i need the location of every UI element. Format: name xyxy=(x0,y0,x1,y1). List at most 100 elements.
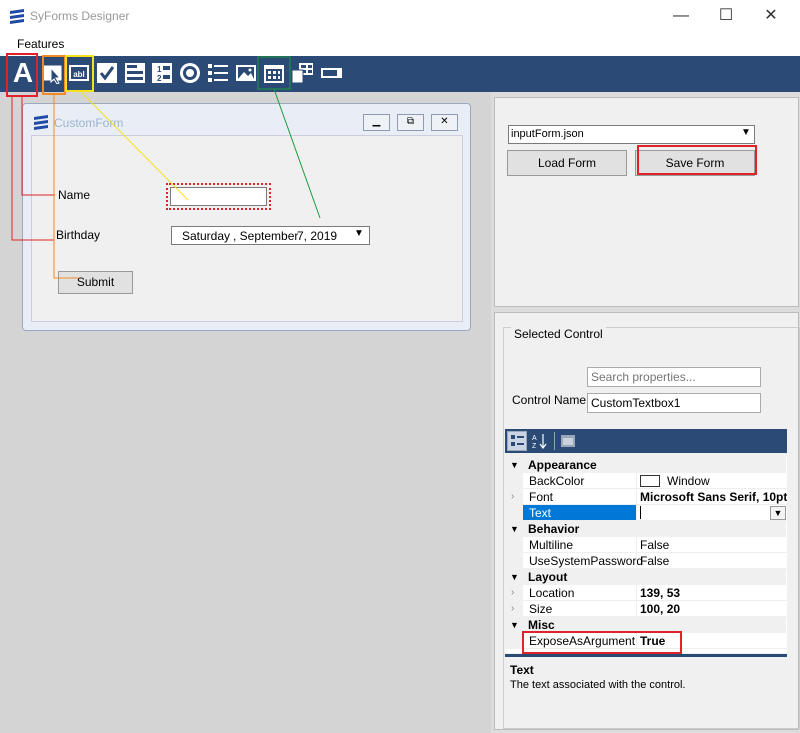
control-name-label: Control Name xyxy=(512,393,587,407)
submit-button[interactable]: Submit xyxy=(58,271,133,294)
property-row[interactable]: › Size 100, 20 xyxy=(505,601,787,617)
property-value-cell[interactable]: ▼ xyxy=(636,505,787,521)
expand-chevron-icon[interactable]: › xyxy=(511,585,514,601)
property-name-cell: Size xyxy=(523,601,636,617)
property-value-cell[interactable]: 139, 53 xyxy=(636,585,787,601)
toolbar-separator xyxy=(554,432,555,450)
svg-text:1: 1 xyxy=(157,65,162,74)
birthday-datepicker[interactable]: Saturday , September 7, 2019 ▼ xyxy=(171,226,370,245)
property-name-cell: BackColor xyxy=(523,473,636,489)
chevron-down-icon[interactable]: ▼ xyxy=(741,127,751,138)
menu-features[interactable]: Features xyxy=(17,37,64,51)
property-value-cell[interactable]: 100, 20 xyxy=(636,601,787,617)
label-tool-icon[interactable]: A xyxy=(11,58,35,88)
property-row[interactable]: Text ▼ xyxy=(505,505,787,521)
property-grid: ▼ Appearance BackColor Window › Font Microsoft… xyxy=(505,457,787,653)
property-pages-icon[interactable] xyxy=(560,433,576,449)
collapse-chevron-icon[interactable]: ▼ xyxy=(510,457,519,473)
svg-text:abl: abl xyxy=(73,70,85,79)
property-row[interactable]: BackColor Window xyxy=(505,473,787,489)
property-name-cell: UseSystemPassword xyxy=(523,553,643,569)
property-value: Microsoft Sans Serif, 10pt xyxy=(640,490,787,504)
form-logo-icon xyxy=(34,115,48,130)
name-textbox[interactable] xyxy=(170,187,267,206)
datagrid-tool-icon[interactable] xyxy=(291,62,313,84)
property-name-cell: Font xyxy=(523,489,636,505)
alphabetical-icon[interactable]: A Z xyxy=(531,432,549,450)
svg-text:A: A xyxy=(532,435,537,442)
button-tool-icon[interactable] xyxy=(42,62,64,84)
search-properties-input[interactable] xyxy=(587,367,761,387)
name-label[interactable]: Name xyxy=(58,188,90,202)
property-name: UseSystemPassword xyxy=(529,554,644,568)
load-form-button[interactable]: Load Form xyxy=(507,150,627,176)
property-category[interactable]: ▼ Appearance xyxy=(505,457,786,473)
property-name: Location xyxy=(529,586,575,600)
toolbox: A abl 1 2 xyxy=(0,56,800,92)
expand-chevron-icon[interactable]: › xyxy=(511,489,514,505)
design-form-window[interactable]: CustomForm ▁ ⧉ ✕ xyxy=(22,103,471,331)
properties-panel: Selected Control Control Name A Z ▼ Appea… xyxy=(494,312,800,730)
property-row[interactable]: › Location 139, 53 xyxy=(505,585,787,601)
row-gutter xyxy=(505,473,523,489)
text-caret xyxy=(640,506,641,519)
form-title: CustomForm xyxy=(54,116,124,130)
annotation-save-box xyxy=(637,145,757,175)
minimize-button[interactable]: — xyxy=(658,0,704,32)
property-name-cell: Text xyxy=(523,505,636,521)
radio-tool-icon[interactable] xyxy=(179,62,201,84)
property-name-cell: Location xyxy=(523,585,636,601)
image-tool-icon[interactable] xyxy=(235,62,257,84)
property-value: 139, 53 xyxy=(640,586,681,600)
property-value: Window xyxy=(667,474,710,488)
chevron-down-icon[interactable]: ▼ xyxy=(770,506,786,520)
collapse-chevron-icon[interactable]: ▼ xyxy=(510,617,519,633)
property-name: Text xyxy=(529,506,552,520)
annotation-expose-box xyxy=(522,631,682,654)
date-month: , September xyxy=(233,229,299,243)
form-maximize-button[interactable]: ⧉ xyxy=(397,114,424,131)
collapse-chevron-icon[interactable]: ▼ xyxy=(510,521,519,537)
property-category-label: Behavior xyxy=(528,522,580,536)
file-select[interactable]: inputForm.json ▼ xyxy=(508,125,755,144)
control-name-input[interactable] xyxy=(587,393,761,413)
close-button[interactable]: ✕ xyxy=(748,0,794,32)
row-gutter xyxy=(505,553,523,569)
collapse-chevron-icon[interactable]: ▼ xyxy=(510,569,519,585)
property-value-cell[interactable]: False xyxy=(636,537,787,553)
combobox-tool-icon[interactable] xyxy=(124,62,146,84)
property-value: False xyxy=(640,538,670,552)
property-value-cell[interactable]: False xyxy=(636,553,787,569)
property-category[interactable]: ▼ Behavior xyxy=(505,521,786,537)
categorized-button[interactable] xyxy=(507,431,527,451)
property-category-label: Layout xyxy=(528,570,568,584)
help-area: Text The text associated with the contro… xyxy=(505,657,787,717)
help-title: Text xyxy=(510,663,534,677)
property-row[interactable]: › Font Microsoft Sans Serif, 10pt xyxy=(505,489,787,505)
property-row[interactable]: UseSystemPassword False xyxy=(505,553,787,569)
property-value-cell[interactable]: Microsoft Sans Serif, 10pt xyxy=(636,489,787,505)
form-close-button[interactable]: ✕ xyxy=(431,114,458,131)
property-name: BackColor xyxy=(529,474,585,488)
app-logo-icon xyxy=(10,9,24,24)
color-swatch xyxy=(640,475,660,487)
textbox-tool-icon[interactable]: abl xyxy=(68,62,90,84)
property-name-cell: Multiline xyxy=(523,537,636,553)
listbox-tool-icon[interactable] xyxy=(207,62,229,84)
birthday-label[interactable]: Birthday xyxy=(56,228,100,242)
property-name: Size xyxy=(529,602,553,616)
chevron-down-icon[interactable]: ▼ xyxy=(354,228,364,239)
checkbox-tool-icon[interactable] xyxy=(96,62,118,84)
property-category[interactable]: ▼ Layout xyxy=(505,569,786,585)
progressbar-tool-icon[interactable] xyxy=(320,62,342,84)
property-value-cell[interactable]: Window xyxy=(636,473,787,489)
expand-chevron-icon[interactable]: › xyxy=(511,601,514,617)
file-panel: inputForm.json ▼ Load Form Save Form xyxy=(494,97,799,307)
maximize-button[interactable]: ☐ xyxy=(703,0,749,32)
property-value: False xyxy=(640,554,670,568)
property-row[interactable]: Multiline False xyxy=(505,537,787,553)
calendar-tool-icon[interactable] xyxy=(263,62,285,84)
numeric-updown-tool-icon[interactable]: 1 2 xyxy=(151,62,173,84)
form-minimize-button[interactable]: ▁ xyxy=(363,114,390,131)
date-year: 7, 2019 xyxy=(297,229,338,243)
